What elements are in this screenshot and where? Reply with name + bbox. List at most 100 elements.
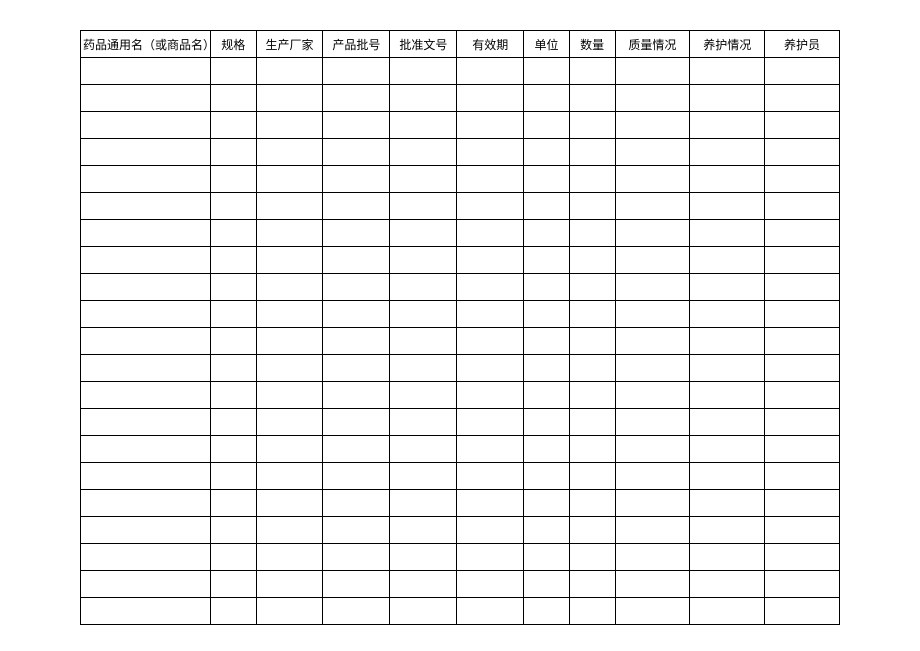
- table-cell: [81, 598, 211, 625]
- header-approval: 批准文号: [390, 31, 457, 58]
- table-cell: [457, 301, 524, 328]
- table-cell: [615, 598, 690, 625]
- table-cell: [569, 85, 615, 112]
- table-cell: [524, 274, 570, 301]
- table-cell: [323, 355, 390, 382]
- table-cell: [765, 517, 840, 544]
- table-cell: [256, 274, 323, 301]
- table-cell: [323, 139, 390, 166]
- header-spec: 规格: [210, 31, 256, 58]
- table-cell: [210, 382, 256, 409]
- table-cell: [690, 247, 765, 274]
- table-cell: [457, 220, 524, 247]
- header-unit: 单位: [524, 31, 570, 58]
- table-cell: [210, 598, 256, 625]
- table-cell: [569, 355, 615, 382]
- table-cell: [524, 463, 570, 490]
- table-cell: [615, 490, 690, 517]
- table-cell: [323, 463, 390, 490]
- table-cell: [390, 598, 457, 625]
- table-cell: [615, 463, 690, 490]
- table-cell: [256, 598, 323, 625]
- table-row: [81, 139, 840, 166]
- table-cell: [390, 571, 457, 598]
- table-cell: [323, 193, 390, 220]
- table-cell: [81, 544, 211, 571]
- table-cell: [524, 112, 570, 139]
- table-cell: [569, 274, 615, 301]
- table-cell: [323, 220, 390, 247]
- table-cell: [569, 409, 615, 436]
- table-cell: [615, 193, 690, 220]
- table-cell: [323, 409, 390, 436]
- table-cell: [524, 139, 570, 166]
- table-cell: [210, 166, 256, 193]
- table-cell: [615, 112, 690, 139]
- table-cell: [323, 382, 390, 409]
- table-cell: [569, 517, 615, 544]
- table-cell: [765, 193, 840, 220]
- table-cell: [210, 544, 256, 571]
- table-cell: [323, 517, 390, 544]
- table-cell: [81, 301, 211, 328]
- table-cell: [210, 247, 256, 274]
- table-cell: [569, 544, 615, 571]
- table-cell: [256, 139, 323, 166]
- table-cell: [690, 436, 765, 463]
- table-cell: [210, 571, 256, 598]
- table-cell: [390, 382, 457, 409]
- table-cell: [524, 166, 570, 193]
- table-cell: [81, 382, 211, 409]
- table-cell: [210, 409, 256, 436]
- table-cell: [690, 409, 765, 436]
- table-cell: [256, 220, 323, 247]
- table-cell: [765, 463, 840, 490]
- table-cell: [569, 139, 615, 166]
- table-cell: [323, 490, 390, 517]
- table-row: [81, 571, 840, 598]
- table-cell: [256, 193, 323, 220]
- table-cell: [765, 598, 840, 625]
- table-cell: [210, 220, 256, 247]
- table-cell: [81, 166, 211, 193]
- table-cell: [81, 85, 211, 112]
- table-cell: [690, 220, 765, 247]
- table-cell: [210, 112, 256, 139]
- table-cell: [524, 193, 570, 220]
- table-row: [81, 193, 840, 220]
- table-cell: [765, 85, 840, 112]
- table-cell: [457, 598, 524, 625]
- table-cell: [615, 544, 690, 571]
- table-cell: [457, 436, 524, 463]
- table-cell: [615, 220, 690, 247]
- table-cell: [765, 355, 840, 382]
- table-cell: [765, 247, 840, 274]
- table-row: [81, 85, 840, 112]
- table-cell: [256, 571, 323, 598]
- table-cell: [256, 544, 323, 571]
- table-row: [81, 112, 840, 139]
- table-cell: [390, 544, 457, 571]
- table-row: [81, 247, 840, 274]
- table-cell: [81, 247, 211, 274]
- table-cell: [210, 58, 256, 85]
- table-cell: [323, 301, 390, 328]
- table-cell: [569, 463, 615, 490]
- table-cell: [690, 328, 765, 355]
- table-cell: [210, 274, 256, 301]
- table-cell: [765, 166, 840, 193]
- table-cell: [457, 571, 524, 598]
- table-cell: [323, 166, 390, 193]
- table-cell: [615, 382, 690, 409]
- table-cell: [457, 274, 524, 301]
- table-cell: [690, 463, 765, 490]
- table-cell: [615, 247, 690, 274]
- table-cell: [615, 166, 690, 193]
- table-cell: [569, 166, 615, 193]
- table-cell: [81, 274, 211, 301]
- table-cell: [524, 517, 570, 544]
- table-cell: [256, 382, 323, 409]
- table-cell: [569, 382, 615, 409]
- table-cell: [81, 328, 211, 355]
- table-cell: [690, 274, 765, 301]
